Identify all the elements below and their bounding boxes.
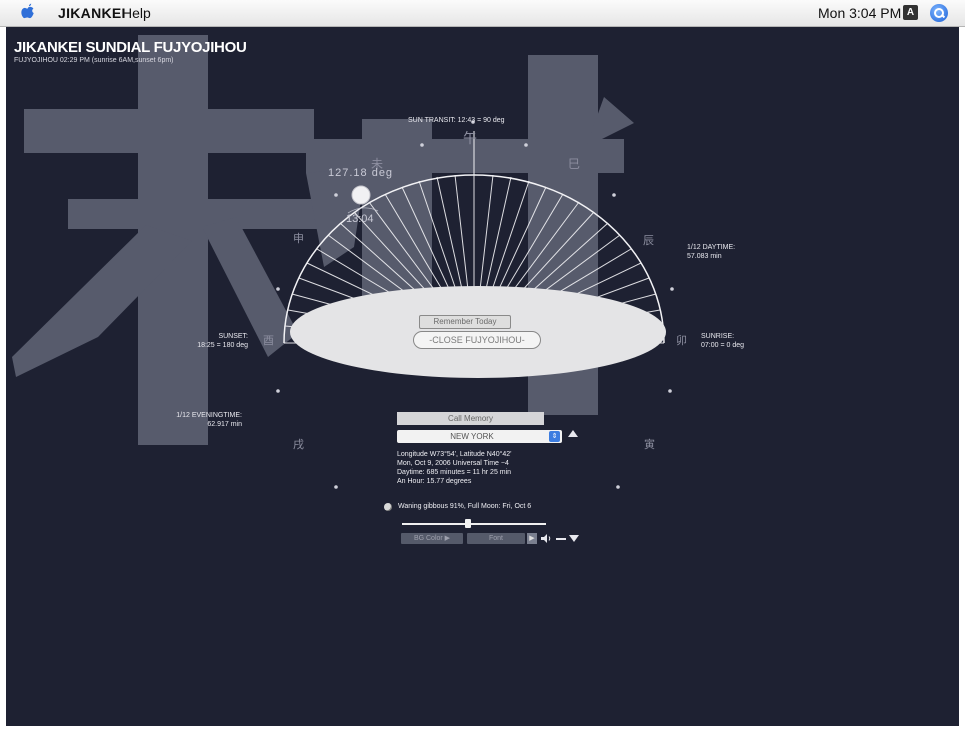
sundial-graphic bbox=[276, 120, 674, 489]
hour-degrees: An Hour: 15.77 degrees bbox=[397, 478, 472, 485]
sun-angle-label: 127.18 deg bbox=[328, 167, 394, 179]
collapse-up-arrow-icon[interactable] bbox=[568, 430, 578, 437]
longitude-latitude: Longitude W73°54', Latitude N40°42' bbox=[397, 451, 512, 458]
sunset-label: SUNSET: bbox=[218, 333, 248, 340]
eveningtime-info: 1/12 EVENINGTIME: 62.917 min bbox=[156, 411, 242, 429]
font-button[interactable]: Font bbox=[467, 533, 525, 544]
time-slider-knob[interactable] bbox=[465, 519, 472, 528]
sunset-info: SUNSET: 18:25 = 180 deg bbox=[166, 332, 248, 350]
expand-down-arrow-icon[interactable] bbox=[569, 535, 579, 542]
moon-phase-text: Waning gibbous 91%, Full Moon: Fri, Oct … bbox=[398, 503, 532, 510]
zodiac-mark-tora: 寅 bbox=[644, 439, 655, 451]
sun-transit-label: SUN TRANSIT: 12:43 = 90 deg bbox=[408, 117, 505, 124]
sunset-value: 18:25 = 180 deg bbox=[197, 342, 248, 349]
zodiac-mark-uma: 午 bbox=[463, 130, 477, 146]
help-menu[interactable]: Help bbox=[122, 5, 151, 21]
daytime-info: 1/12 DAYTIME: 57.083 min bbox=[687, 243, 735, 261]
apple-icon[interactable] bbox=[20, 3, 36, 21]
time-slider-track[interactable] bbox=[402, 523, 546, 525]
sunrise-label: SUNRISE: bbox=[701, 333, 735, 340]
zodiac-mark-inu: 戌 bbox=[293, 439, 304, 451]
date-universal-time: Mon, Oct 9, 2006 Universal Time −4 bbox=[397, 460, 509, 467]
volume-minus-icon[interactable] bbox=[556, 538, 566, 540]
select-stepper-icon: ⇕ bbox=[549, 431, 560, 442]
input-source-icon[interactable]: A bbox=[903, 5, 918, 20]
daytime-minutes: Daytime: 685 minutes = 11 hr 25 min bbox=[397, 469, 512, 476]
zodiac-mark-tatsu: 辰 bbox=[643, 235, 654, 247]
call-memory-button[interactable]: Call Memory bbox=[397, 412, 544, 425]
speaker-icon[interactable] bbox=[540, 533, 552, 544]
eveningtime-value: 62.917 min bbox=[207, 421, 242, 428]
zodiac-mark-tori: 酉 bbox=[263, 335, 274, 347]
sunrise-value: 07:00 = 0 deg bbox=[701, 342, 745, 349]
menu-bar: JIKANKEI Help Mon 3:04 PM A bbox=[0, 0, 965, 27]
sunrise-info: SUNRISE: 07:00 = 0 deg bbox=[701, 332, 744, 350]
city-select-value: NEW YORK bbox=[450, 432, 494, 441]
daytime-value: 57.083 min bbox=[687, 253, 722, 260]
daytime-label: 1/12 DAYTIME: bbox=[687, 244, 736, 251]
zodiac-mark-mi: 巳 bbox=[568, 157, 581, 171]
bg-color-button[interactable]: BG Color ▶ bbox=[401, 533, 463, 544]
zodiac-mark-saru: 申 bbox=[293, 233, 304, 245]
close-fujyojihou-button[interactable]: -CLOSE FUJYOJIHOU- bbox=[413, 331, 541, 349]
sun-time-label: 13:04 bbox=[346, 213, 374, 225]
moon-icon bbox=[384, 503, 392, 511]
location-info: Longitude W73°54', Latitude N40°42' Mon,… bbox=[397, 450, 512, 486]
menubar-clock[interactable]: Mon 3:04 PM bbox=[818, 5, 901, 21]
city-select[interactable]: NEW YORK ⇕ bbox=[397, 430, 562, 443]
zodiac-mark-u: 卯 bbox=[676, 335, 687, 347]
eveningtime-label: 1/12 EVENINGTIME: bbox=[176, 412, 242, 419]
sundial-window: JIKANKEI SUNDIAL FUJYOJIHOU FUJYOJIHOU 0… bbox=[6, 27, 959, 726]
remember-today-button[interactable]: Remember Today bbox=[419, 315, 511, 329]
font-stepper-button[interactable]: ▶ bbox=[527, 533, 537, 544]
spotlight-icon[interactable] bbox=[930, 4, 948, 22]
sun-marker bbox=[351, 185, 371, 205]
app-menu[interactable]: JIKANKEI bbox=[58, 5, 126, 21]
